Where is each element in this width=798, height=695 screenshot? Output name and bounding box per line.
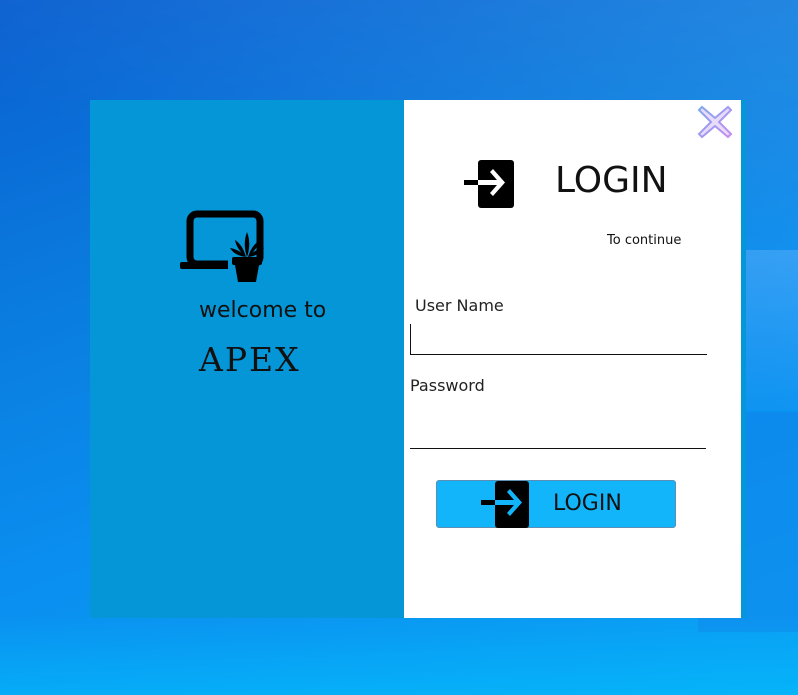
login-button-label: LOGIN bbox=[553, 491, 622, 516]
login-title: LOGIN bbox=[555, 160, 668, 201]
login-arrow-icon bbox=[464, 160, 514, 208]
login-button[interactable]: LOGIN bbox=[436, 480, 676, 528]
password-input[interactable] bbox=[410, 418, 706, 449]
brand-name: APEX bbox=[199, 340, 301, 379]
password-label: Password bbox=[410, 376, 485, 395]
login-subtitle: To continue bbox=[607, 233, 682, 248]
login-window: welcome to APEX LOGIN To continue User N… bbox=[90, 100, 746, 618]
username-label: User Name bbox=[415, 296, 504, 315]
laptop-plant-icon bbox=[180, 210, 264, 282]
welcome-panel: welcome to APEX bbox=[90, 100, 404, 618]
desktop-floor-glow bbox=[0, 615, 798, 695]
close-icon[interactable] bbox=[696, 103, 734, 141]
welcome-text: welcome to bbox=[199, 298, 327, 323]
username-input[interactable] bbox=[410, 324, 707, 355]
window-edge bbox=[741, 100, 746, 618]
login-arrow-icon bbox=[481, 481, 529, 528]
